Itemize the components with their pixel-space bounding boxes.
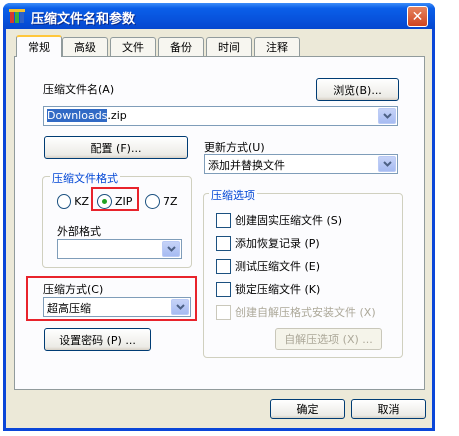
test-archive-checkbox[interactable]: 测试压缩文件 (E) bbox=[216, 258, 320, 274]
set-password-button[interactable]: 设置密码 (P) ... bbox=[44, 328, 151, 351]
external-format-label: 外部格式 bbox=[57, 225, 101, 238]
tab-time[interactable]: 时间 bbox=[206, 37, 252, 56]
tab-comment[interactable]: 注释 bbox=[254, 37, 300, 56]
archive-name-label: 压缩文件名(A) bbox=[43, 83, 115, 96]
compression-dropdown[interactable] bbox=[171, 299, 189, 315]
chevron-down-icon bbox=[382, 161, 392, 167]
cancel-button[interactable]: 取消 bbox=[351, 399, 426, 419]
archive-name-dropdown[interactable] bbox=[378, 108, 396, 124]
ok-button[interactable]: 确定 bbox=[270, 399, 345, 419]
config-button[interactable]: 配置 (F)... bbox=[44, 136, 188, 159]
external-format-dropdown[interactable] bbox=[162, 241, 180, 257]
archive-name-value[interactable]: Downloads.zip bbox=[47, 109, 127, 122]
format-7z-radio[interactable]: 7Z bbox=[145, 193, 181, 209]
sfx-options-button[interactable]: 自解压选项 (X) ... bbox=[275, 328, 382, 350]
browse-button[interactable]: 浏览(B)... bbox=[316, 78, 399, 101]
close-button[interactable]: ✕ bbox=[407, 6, 428, 27]
chevron-down-icon bbox=[382, 113, 392, 119]
compression-label: 压缩方式(C) bbox=[43, 283, 104, 296]
archive-format-title: 压缩文件格式 bbox=[50, 170, 120, 186]
compression-select[interactable]: 超高压缩 bbox=[43, 297, 191, 317]
tab-advanced[interactable]: 高级 bbox=[62, 37, 108, 56]
compression-options-title: 压缩选项 bbox=[209, 187, 257, 203]
update-mode-select[interactable]: 添加并替换文件 bbox=[204, 154, 398, 174]
app-icon bbox=[9, 8, 25, 24]
chevron-down-icon bbox=[175, 304, 185, 310]
update-mode-dropdown[interactable] bbox=[378, 156, 396, 172]
archive-name-combo[interactable]: Downloads.zip bbox=[43, 106, 398, 126]
format-kz-radio[interactable]: KZ bbox=[57, 193, 89, 209]
close-icon: ✕ bbox=[411, 8, 424, 25]
tab-backup[interactable]: 备份 bbox=[158, 37, 204, 56]
format-zip-radio[interactable]: ZIP bbox=[97, 193, 137, 209]
solid-archive-checkbox[interactable]: 创建固实压缩文件 (S) bbox=[216, 212, 342, 228]
external-format-select[interactable] bbox=[57, 239, 182, 259]
window-title: 压缩文件名和参数 bbox=[31, 12, 136, 27]
sfx-archive-checkbox[interactable]: 创建自解压格式安装文件 (X) bbox=[216, 304, 376, 320]
recovery-record-checkbox[interactable]: 添加恢复记录 (P) bbox=[216, 235, 320, 251]
update-mode-label: 更新方式(U) bbox=[204, 141, 265, 154]
lock-archive-checkbox[interactable]: 锁定压缩文件 (K) bbox=[216, 281, 320, 297]
chevron-down-icon bbox=[166, 246, 176, 252]
tab-general[interactable]: 常规 bbox=[16, 35, 62, 57]
tab-files[interactable]: 文件 bbox=[110, 37, 156, 56]
